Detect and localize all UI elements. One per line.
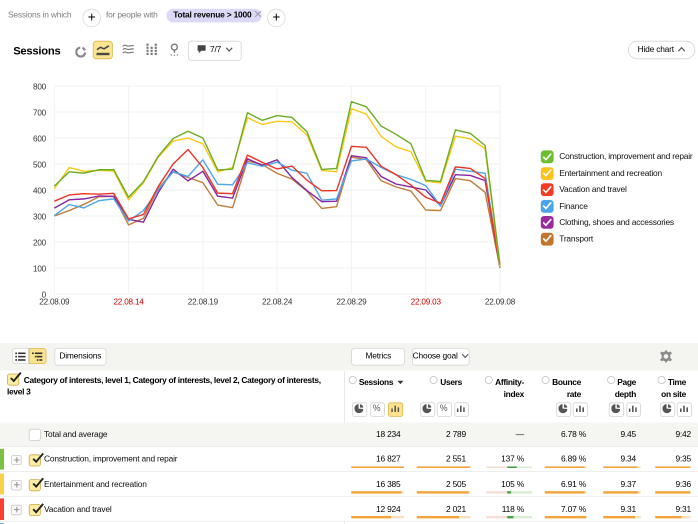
- svg-text:100: 100: [33, 264, 47, 273]
- svg-text:800: 800: [33, 82, 47, 91]
- svg-text:22.08.09: 22.08.09: [39, 297, 70, 306]
- svg-text:700: 700: [33, 108, 47, 117]
- svg-text:22.09.08: 22.09.08: [485, 297, 516, 306]
- svg-text:600: 600: [33, 134, 47, 143]
- svg-text:22.08.14: 22.08.14: [113, 297, 144, 306]
- svg-text:400: 400: [33, 186, 47, 195]
- svg-text:200: 200: [33, 238, 47, 247]
- svg-text:22.08.24: 22.08.24: [262, 297, 293, 306]
- svg-text:500: 500: [33, 160, 47, 169]
- svg-text:22.08.19: 22.08.19: [188, 297, 219, 306]
- svg-text:300: 300: [33, 212, 47, 221]
- svg-text:22.08.29: 22.08.29: [336, 297, 367, 306]
- svg-text:22.09.03: 22.09.03: [411, 297, 442, 306]
